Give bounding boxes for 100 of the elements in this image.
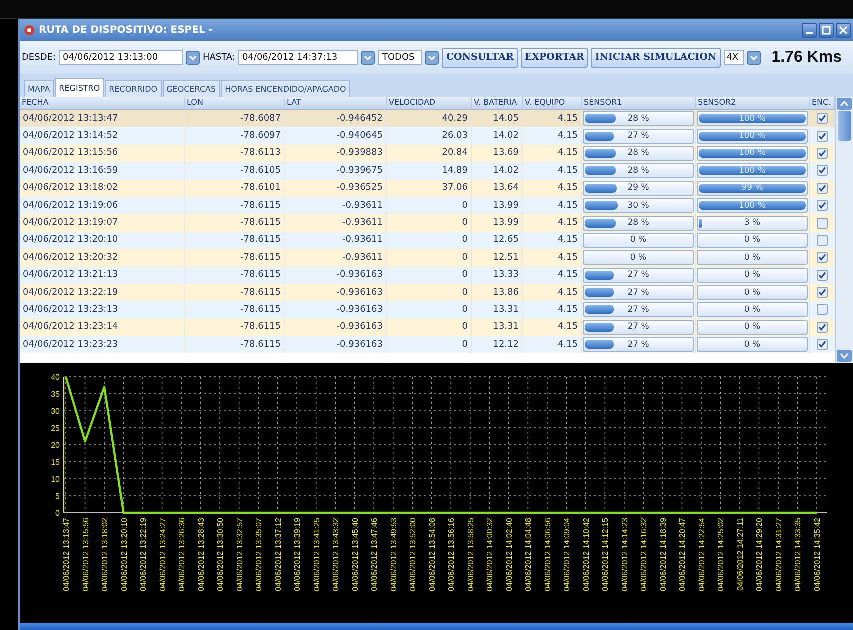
table-row[interactable]: 04/06/2012 13:20:32 -78.6115 -0.93611 0 12.51 4.15 0 % 0 % [20, 249, 835, 267]
table-cell: 13.33 [493, 270, 519, 280]
speed-dropdown[interactable]: 4X [724, 50, 744, 65]
tab[interactable]: GEOCERCAS [162, 80, 220, 97]
filter-dropdown[interactable]: TODOS [378, 50, 422, 65]
minimize-button[interactable] [802, 22, 817, 38]
checkbox[interactable] [816, 304, 828, 316]
dropdown-icon[interactable] [186, 50, 200, 64]
tab[interactable]: MAPA [24, 80, 54, 97]
table-cell: 04/06/2012 13:18:02 [23, 183, 118, 194]
tab[interactable]: HORAS ENCENDIDO/APAGADO [221, 80, 350, 97]
table-row[interactable]: 04/06/2012 13:23:13 -78.6115 -0.936163 0 13.31 4.15 27 % 0 % [20, 301, 835, 319]
x-tick-label: 04/06/2012 13:49:53 [389, 518, 398, 592]
checkbox[interactable] [816, 270, 828, 281]
table-row[interactable]: 04/06/2012 13:18:02 -78.6101 -0.936525 37.06 13.64 4.15 29 % 99 % [20, 180, 835, 197]
tab[interactable]: RECORRIDO [105, 80, 162, 97]
checkbox[interactable] [816, 182, 828, 194]
sensor-value: 0 % [744, 270, 761, 280]
x-tick-label: 04/06/2012 13:35:07 [254, 518, 264, 592]
maximize-button[interactable] [819, 22, 834, 38]
from-date-field[interactable]: 04/06/2012 13:13:00 [58, 50, 183, 65]
column-header[interactable]: SENSOR2 [696, 97, 810, 109]
table-cell: -78.6113 [240, 148, 281, 158]
checkbox[interactable] [816, 200, 828, 212]
table-row[interactable]: 04/06/2012 13:23:23 -78.6115 -0.936163 0 12.12 4.15 27 % 0 % [20, 336, 835, 354]
checkbox[interactable] [816, 218, 828, 229]
scrollbar[interactable] [835, 97, 853, 363]
y-tick-label: 15 [51, 458, 61, 467]
table-row[interactable]: 04/06/2012 13:20:10 -78.6115 -0.93611 0 12.65 4.15 0 % 0 % [20, 232, 835, 250]
scroll-down-icon[interactable] [837, 350, 852, 362]
column-header[interactable]: LAT [285, 97, 387, 109]
table-cell: 0 [462, 235, 468, 246]
window-title: RUTA DE DISPOSITIVO: ESPEL - [39, 24, 213, 36]
checkbox[interactable] [816, 287, 828, 298]
column-header[interactable]: LON [185, 97, 285, 109]
dropdown-icon[interactable] [361, 50, 376, 64]
column-header[interactable]: V. BATERIA [472, 97, 523, 109]
table-cell: -78.6087 [240, 114, 281, 124]
column-header[interactable]: SENSOR1 [582, 97, 696, 109]
table-cell: 13.99 [493, 200, 519, 211]
table-cell: 0 [462, 252, 468, 263]
column-header[interactable]: FECHA [20, 97, 185, 109]
table-cell: -78.6115 [240, 288, 281, 298]
x-tick-label: 04/06/2012 13:41:25 [312, 518, 322, 592]
table-row[interactable]: 04/06/2012 13:22:19 -78.6115 -0.936163 0 13.86 4.15 27 % 0 % [20, 284, 835, 302]
table-row[interactable]: 04/06/2012 13:13:47 -78.6087 -0.946452 40.29 14.05 4.15 28 % 100 % [20, 110, 835, 128]
checkbox[interactable] [816, 113, 828, 124]
table-cell: -78.6115 [240, 252, 281, 263]
checkbox[interactable] [816, 165, 828, 176]
sensor-value: 0 % [744, 252, 761, 263]
column-header[interactable]: VELOCIDAD [387, 97, 472, 109]
dropdown-icon[interactable] [746, 50, 761, 64]
checkbox[interactable] [816, 252, 828, 264]
checkbox[interactable] [816, 130, 828, 142]
checkbox[interactable] [816, 339, 828, 350]
table-row[interactable]: 04/06/2012 13:16:59 -78.6105 -0.939675 14.89 14.02 4.15 28 % 100 % [20, 162, 835, 180]
table-cell: -0.936163 [336, 270, 383, 280]
table-row[interactable]: 04/06/2012 13:14:52 -78.6097 -0.940645 26.03 14.02 4.15 27 % 100 % [20, 127, 835, 145]
y-tick-label: 0 [56, 509, 61, 518]
x-tick-label: 04/06/2012 14:25:02 [716, 518, 726, 592]
table-cell: 0 [462, 340, 468, 350]
x-tick-label: 04/06/2012 13:58:25 [466, 518, 476, 592]
table-cell: -0.93611 [342, 252, 383, 263]
table-row[interactable]: 04/06/2012 13:15:56 -78.6113 -0.939883 20.84 13.69 4.15 28 % 100 % [20, 144, 835, 162]
minimize-icon [806, 32, 813, 34]
table-cell: 0 [462, 304, 468, 315]
tab[interactable]: REGISTRO [55, 78, 104, 97]
y-tick-label: 35 [51, 390, 61, 399]
table-row[interactable]: 04/06/2012 13:19:07 -78.6115 -0.93611 0 13.99 4.15 28 % 3 % [20, 214, 835, 232]
table-cell: 13.69 [493, 148, 519, 158]
column-header[interactable]: V. EQUIPO [523, 97, 582, 109]
to-date-field[interactable]: 04/06/2012 14:37:13 [238, 50, 358, 65]
scroll-up-icon[interactable] [837, 98, 852, 110]
toolbar-button[interactable]: INICIAR SIMULACION [591, 48, 721, 68]
table-cell: 4.15 [558, 252, 578, 263]
table-row[interactable]: 04/06/2012 13:21:13 -78.6115 -0.936163 0 13.33 4.15 27 % 0 % [20, 266, 835, 284]
checkbox[interactable] [816, 322, 828, 333]
checkbox[interactable] [816, 148, 828, 159]
sensor-value: 100 % [738, 166, 766, 176]
table-cell: 4.15 [558, 218, 578, 228]
sensor-value: 100 % [738, 148, 766, 158]
toolbar-button[interactable]: EXPORTAR [520, 48, 588, 68]
close-button[interactable] [836, 22, 851, 38]
to-label: HASTA: [202, 52, 236, 62]
table-cell: -0.93611 [342, 200, 383, 211]
scroll-thumb[interactable] [838, 111, 851, 141]
table-cell: -78.6115 [240, 322, 281, 332]
dropdown-icon[interactable] [425, 50, 440, 64]
x-tick-label: 04/06/2012 14:16:32 [640, 518, 649, 592]
table-cell: 13.31 [493, 304, 519, 315]
table-cell: 04/06/2012 13:23:23 [23, 340, 118, 350]
table-row[interactable]: 04/06/2012 13:23:14 -78.6115 -0.936163 0 13.31 4.15 27 % 0 % [20, 318, 835, 336]
checkbox[interactable] [816, 234, 828, 246]
sensor-value: 27 % [628, 288, 650, 298]
table-cell: -0.936163 [336, 322, 383, 332]
table-cell: 14.02 [493, 131, 519, 142]
toolbar-button[interactable]: CONSULTAR [442, 48, 518, 68]
sensor-value: 0 % [744, 235, 761, 246]
table-cell: 04/06/2012 13:23:13 [23, 304, 118, 315]
table-row[interactable]: 04/06/2012 13:19:06 -78.6115 -0.93611 0 13.99 4.15 30 % 100 % [20, 196, 835, 214]
